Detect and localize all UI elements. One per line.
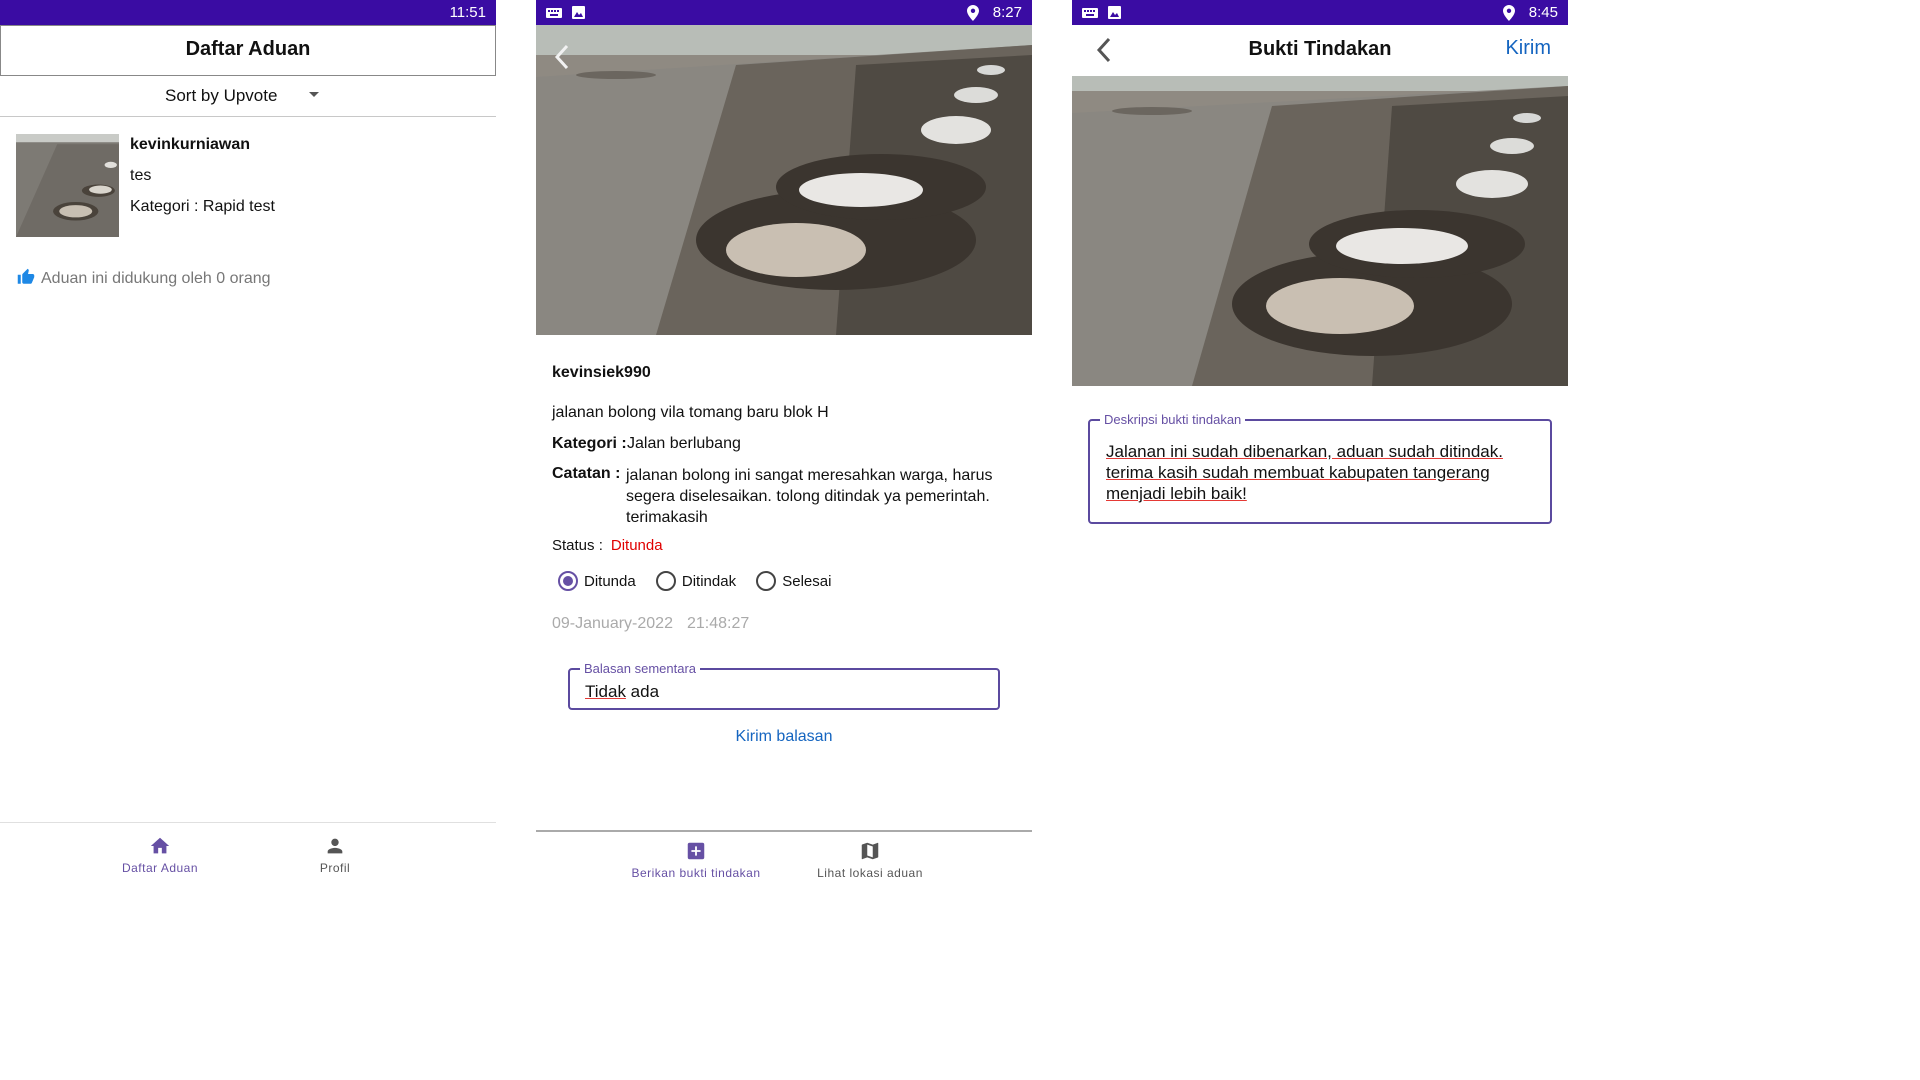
category-label: Kategori : bbox=[552, 435, 627, 452]
app-header: Daftar Aduan bbox=[0, 25, 496, 76]
sort-label: Sort by Upvote bbox=[165, 86, 278, 105]
radio-label: Ditindak bbox=[681, 573, 737, 590]
status-time: 8:27 bbox=[992, 4, 1022, 21]
status-bar: 11:51 bbox=[0, 0, 496, 25]
app-header: Bukti Tindakan Kirim bbox=[1072, 25, 1568, 75]
status-time: 11:51 bbox=[449, 4, 486, 21]
image-icon bbox=[572, 6, 585, 19]
sort-dropdown[interactable]: Sort by Upvote bbox=[0, 80, 496, 117]
nav-item-give-evidence[interactable]: Berikan bukti tindakan bbox=[616, 840, 776, 880]
complaint-thumbnail[interactable] bbox=[16, 134, 119, 237]
complaint-username: kevinkurniawan bbox=[130, 136, 251, 153]
status-time: 8:45 bbox=[1528, 4, 1558, 21]
status-value: Ditunda bbox=[610, 537, 663, 554]
bottom-navigation: Daftar Aduan Profil bbox=[0, 835, 496, 884]
evidence-photo[interactable] bbox=[1072, 76, 1568, 386]
radio-ditindak[interactable]: Ditindak bbox=[655, 571, 737, 591]
notes-value: jalanan bolong ini sangat meresahkan war… bbox=[626, 467, 993, 526]
radio-selesai[interactable]: Selesai bbox=[756, 571, 831, 591]
radio-button-icon[interactable] bbox=[756, 571, 777, 591]
back-arrow-icon[interactable] bbox=[552, 44, 572, 70]
complaint-time: 21:48:27 bbox=[686, 615, 750, 632]
location-pin-icon bbox=[967, 5, 979, 21]
send-button[interactable]: Kirim bbox=[1505, 37, 1551, 60]
nav-label: Berikan bukti tindakan bbox=[631, 866, 761, 880]
nav-label: Daftar Aduan bbox=[121, 861, 199, 875]
page-title: Bukti Tindakan bbox=[1248, 38, 1392, 60]
status-bar: 8:45 bbox=[1072, 0, 1568, 25]
nav-label: Profil bbox=[319, 861, 351, 875]
bottom-navigation: Berikan bukti tindakan Lihat lokasi adua… bbox=[536, 840, 1032, 884]
evidence-field-label: Deskripsi bukti tindakan bbox=[1100, 412, 1246, 427]
complaint-photo bbox=[536, 25, 1032, 335]
complaint-text: tes bbox=[130, 167, 152, 184]
location-pin-icon bbox=[1503, 5, 1515, 21]
image-icon bbox=[1108, 6, 1121, 19]
keyboard-icon bbox=[546, 8, 562, 18]
nav-label: Lihat lokasi aduan bbox=[817, 866, 923, 880]
complaint-category: Kategori : Rapid test bbox=[130, 198, 275, 215]
status-bar: 8:27 bbox=[536, 0, 1032, 25]
complaint-timestamp: 09-January-2022 21:48:27 bbox=[552, 615, 749, 633]
action-evidence-screen: 8:45 Bukti Tindakan Kirim Deskripsi bukt… bbox=[1072, 0, 1568, 884]
status-radio-group: Ditunda Ditindak Selesai bbox=[558, 571, 847, 591]
thumbs-up-icon[interactable] bbox=[17, 268, 35, 286]
radio-button-checked-icon[interactable] bbox=[558, 571, 578, 591]
status-row: Status : Ditunda bbox=[552, 537, 663, 554]
category-row: Kategori :Jalan berlubang bbox=[552, 435, 741, 453]
complaint-username: kevinsiek990 bbox=[552, 364, 651, 381]
radio-button-icon[interactable] bbox=[655, 571, 676, 591]
radio-label: Selesai bbox=[782, 573, 832, 590]
radio-ditunda[interactable]: Ditunda bbox=[558, 571, 636, 591]
evidence-description-field[interactable]: Deskripsi bukti tindakan Jalanan ini sud… bbox=[1088, 412, 1552, 524]
status-label: Status : bbox=[552, 537, 603, 554]
nav-divider bbox=[536, 830, 1032, 832]
keyboard-icon bbox=[1082, 8, 1098, 18]
support-row[interactable]: Aduan ini didukung oleh 0 orang bbox=[17, 268, 271, 288]
nav-item-profile[interactable]: Profil bbox=[255, 835, 415, 875]
reply-input-value[interactable]: Tidak ada bbox=[585, 682, 659, 702]
reply-field[interactable]: Balasan sementara Tidak ada bbox=[568, 661, 1000, 710]
support-count-text: Aduan ini didukung oleh 0 orang bbox=[41, 270, 271, 287]
radio-label: Ditunda bbox=[584, 573, 636, 590]
add-box-icon bbox=[687, 842, 705, 860]
complaint-list-screen: 11:51 Daftar Aduan Sort by Upvote kevink… bbox=[0, 0, 496, 884]
reply-field-label: Balasan sementara bbox=[580, 661, 701, 676]
notes-row: Catatan : bbox=[552, 465, 627, 483]
person-icon bbox=[327, 838, 343, 854]
evidence-description-value[interactable]: Jalanan ini sudah dibenarkan, aduan suda… bbox=[1106, 441, 1541, 504]
complaint-detail-screen: 8:27 kevinsiek990 jalanan bolong vila to… bbox=[536, 0, 1032, 884]
home-icon bbox=[150, 837, 170, 854]
complaint-date: 09-January-2022 bbox=[552, 615, 673, 632]
nav-item-complaint-list[interactable]: Daftar Aduan bbox=[80, 835, 240, 875]
map-icon bbox=[861, 842, 879, 860]
complaint-title: jalanan bolong vila tomang baru blok H bbox=[552, 404, 829, 421]
notes-label: Catatan : bbox=[552, 465, 621, 482]
nav-item-view-location[interactable]: Lihat lokasi aduan bbox=[790, 840, 950, 880]
nav-divider bbox=[0, 822, 496, 823]
page-title: Daftar Aduan bbox=[185, 38, 311, 60]
dropdown-caret-icon bbox=[309, 92, 319, 97]
category-value: Jalan berlubang bbox=[627, 435, 741, 452]
send-reply-button[interactable]: Kirim balasan bbox=[536, 728, 1032, 746]
